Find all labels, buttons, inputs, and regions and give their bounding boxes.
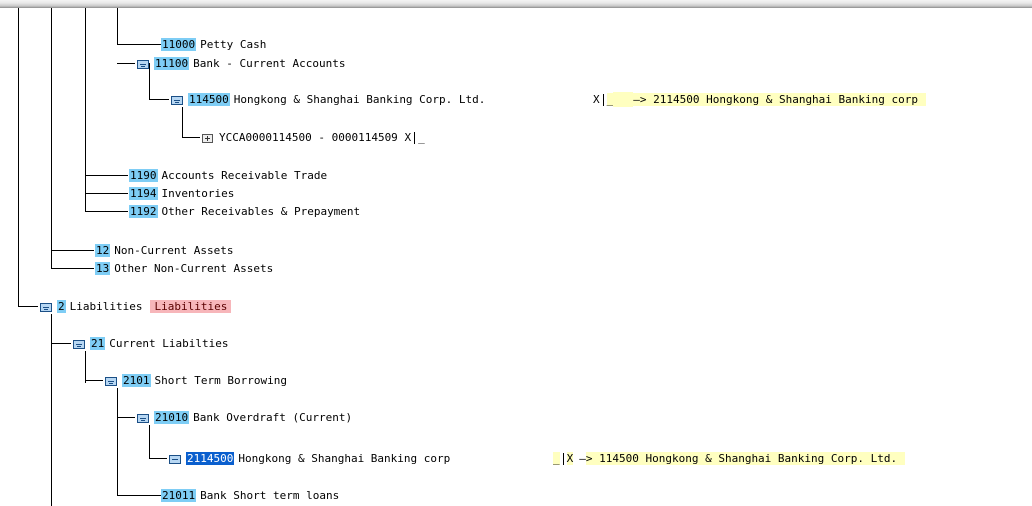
account-code[interactable]: 2	[57, 300, 66, 313]
account-label: Accounts Receivable Trade	[161, 169, 328, 182]
folder-icon[interactable]	[169, 454, 181, 464]
tree-line	[51, 343, 71, 344]
tree-node-bank-st-loans[interactable]: 21011 Bank Short term loans	[161, 488, 339, 503]
x-mark[interactable]: X	[593, 93, 600, 106]
tree-node-ar-trade[interactable]: 1190 Accounts Receivable Trade	[129, 168, 327, 183]
tree-node-current-liabilities[interactable]: 21 Current Liabilties	[73, 336, 228, 351]
mapping-status-hsbc-liability[interactable]: _ X —> 114500 Hongkong & Shanghai Banking …	[553, 451, 906, 466]
text-cursor	[602, 94, 604, 106]
folder-open-icon[interactable]	[73, 339, 85, 349]
tree-node-hsbc-asset[interactable]: 114500 Hongkong & Shanghai Banking Corp. …	[171, 92, 485, 107]
mapping-spacer	[613, 92, 634, 107]
tree-node-hsbc-liability[interactable]: 2114500 Hongkong & Shanghai Banking corp	[169, 451, 450, 466]
account-code[interactable]: 1194	[129, 187, 158, 200]
tree-line	[18, 306, 38, 307]
hierarchy-tree: 11000 Petty Cash 11100 Bank - Current Acco…	[0, 8, 1032, 506]
tree-line	[85, 8, 86, 211]
account-label: Hongkong & Shanghai Banking Corp. Ltd.	[233, 93, 486, 106]
folder-open-icon[interactable]	[171, 95, 183, 105]
tree-node-other-non-current[interactable]: 13 Other Non-Current Assets	[95, 261, 273, 276]
tree-line	[117, 8, 118, 44]
account-code[interactable]: 21011	[161, 489, 197, 502]
account-code[interactable]: 11100	[154, 57, 190, 70]
account-label: Bank Overdraft (Current)	[193, 411, 353, 424]
account-label: Liabilities	[69, 300, 143, 313]
tree-node-short-term-borrowing[interactable]: 2101 Short Term Borrowing	[105, 373, 287, 388]
tree-line	[117, 63, 135, 64]
tree-node-range[interactable]: YCCA0000114500 - 0000114509 X _	[202, 130, 425, 145]
account-code[interactable]: 1190	[129, 169, 158, 182]
folder-open-icon[interactable]	[137, 59, 149, 69]
account-label: Petty Cash	[200, 38, 267, 51]
x-mark[interactable]: X	[566, 452, 574, 465]
tree-line	[51, 8, 52, 268]
tree-line	[117, 388, 118, 495]
tree-line	[149, 99, 169, 100]
tree-line	[51, 268, 94, 269]
account-code[interactable]: 1192	[129, 205, 158, 218]
mapping-target: > 114500 Hongkong & Shanghai Banking Cor…	[585, 452, 906, 465]
tree-node-non-current[interactable]: 12 Non-Current Assets	[95, 243, 233, 258]
tree-line	[85, 351, 86, 383]
account-code-selected[interactable]: 2114500	[186, 452, 235, 465]
account-label: Inventories	[161, 187, 235, 200]
tree-line	[85, 380, 103, 381]
tree-node-liabilities[interactable]: 2 Liabilities Liabilities	[40, 299, 232, 314]
group-tag: Liabilities	[150, 300, 232, 313]
tree-line	[18, 8, 19, 306]
tree-node-other-receivables[interactable]: 1192 Other Receivables & Prepayment	[129, 204, 360, 219]
account-label: Bank Short term loans	[200, 489, 340, 502]
tree-line	[182, 137, 200, 138]
account-code[interactable]: 13	[95, 262, 111, 275]
arrow-dash-icon: —	[633, 93, 640, 106]
account-code[interactable]: 21	[90, 337, 106, 350]
account-label: Non-Current Assets	[114, 244, 234, 257]
account-label: Other Non-Current Assets	[114, 262, 274, 275]
tree-node-bank-current[interactable]: 11100 Bank - Current Accounts	[137, 56, 345, 71]
tree-line	[117, 495, 161, 496]
tree-line	[51, 250, 94, 251]
tree-line	[85, 211, 128, 212]
account-label: Current Liabilties	[109, 337, 229, 350]
tree-node-bank-overdraft[interactable]: 21010 Bank Overdraft (Current)	[137, 410, 352, 425]
mapping-status-hsbc-asset[interactable]: X _ —> 2114500 Hongkong & Shanghai Bankin…	[593, 92, 927, 107]
folder-open-icon[interactable]	[40, 302, 52, 312]
mapping-target: > 2114500 Hongkong & Shanghai Banking co…	[639, 93, 927, 106]
range-label: YCCA0000114500 - 0000114509	[219, 131, 398, 144]
tree-node-inventories[interactable]: 1194 Inventories	[129, 186, 234, 201]
blank-field[interactable]: _	[418, 131, 425, 144]
tree-line	[117, 417, 135, 418]
expand-node-icon[interactable]	[202, 133, 213, 143]
tree-line	[149, 458, 167, 459]
account-code[interactable]: 12	[95, 244, 111, 257]
tree-node-petty-cash[interactable]: 11000 Petty Cash	[161, 37, 266, 52]
tree-line	[182, 107, 183, 137]
text-cursor	[562, 453, 564, 465]
tree-line	[117, 44, 161, 45]
tree-line	[85, 175, 128, 176]
tree-line	[149, 425, 150, 458]
account-code[interactable]: 114500	[188, 93, 230, 106]
folder-open-icon[interactable]	[105, 376, 117, 386]
account-label: Short Term Borrowing	[154, 374, 287, 387]
x-mark[interactable]: X	[404, 131, 411, 144]
blank-field[interactable]: _	[553, 452, 560, 465]
folder-open-icon[interactable]	[137, 413, 149, 423]
window-top-border	[0, 0, 1032, 8]
arrow-dash-icon: —	[579, 452, 586, 465]
account-label: Other Receivables & Prepayment	[161, 205, 361, 218]
account-label: Hongkong & Shanghai Banking corp	[238, 452, 451, 465]
tree-line	[85, 193, 128, 194]
account-code[interactable]: 11000	[161, 38, 197, 51]
text-cursor	[414, 132, 416, 144]
account-code[interactable]: 2101	[122, 374, 151, 387]
blank-field[interactable]: _	[606, 93, 614, 106]
account-label: Bank - Current Accounts	[193, 57, 346, 70]
account-code[interactable]: 21010	[154, 411, 190, 424]
